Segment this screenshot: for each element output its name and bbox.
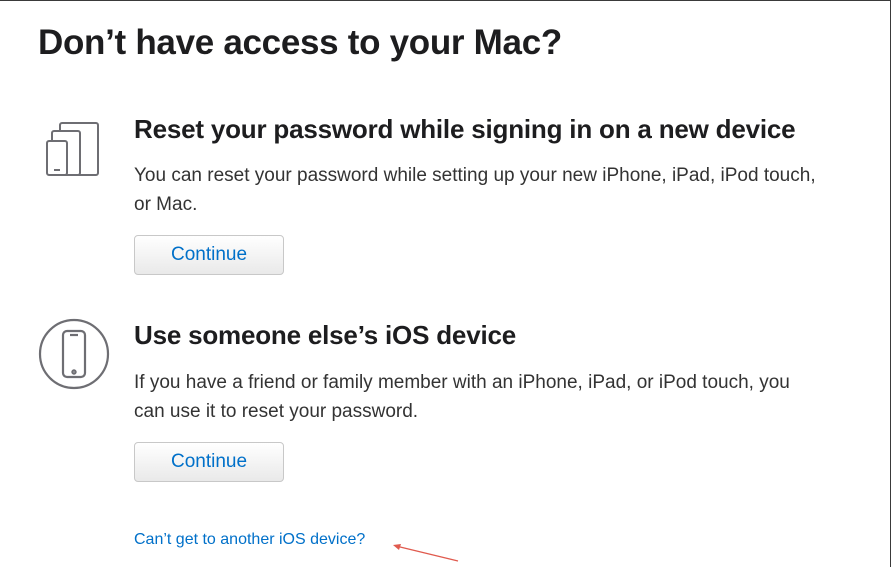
option-heading: Use someone else’s iOS device — [134, 320, 516, 350]
devices-icon — [36, 119, 102, 184]
continue-button[interactable]: Continue — [134, 442, 284, 482]
continue-button[interactable]: Continue — [134, 235, 284, 275]
option-description: You can reset your password while settin… — [134, 165, 816, 215]
page: Don’t have access to your Mac? Reset you… — [0, 0, 891, 567]
annotation-arrow-icon — [390, 539, 462, 567]
option-heading: Reset your password while signing in on … — [134, 114, 796, 144]
cant-get-to-ios-device-link[interactable]: Can’t get to another iOS device? — [134, 531, 365, 549]
page-title: Don’t have access to your Mac? — [38, 23, 562, 62]
option-description: If you have a friend or family member wi… — [134, 372, 790, 422]
iphone-circle-icon — [38, 318, 110, 395]
